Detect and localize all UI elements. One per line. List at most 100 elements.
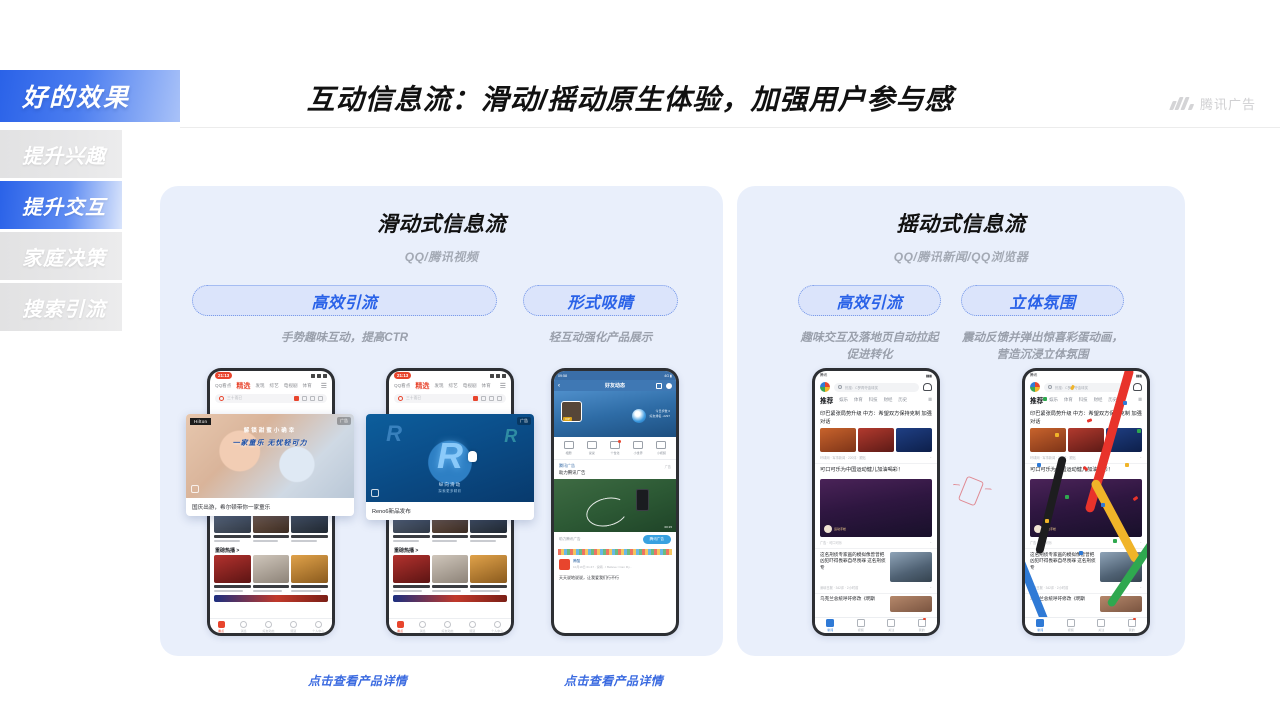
news-tab-2[interactable]: 体育 [854,397,863,403]
feed-card[interactable] [291,554,328,592]
news-item-3[interactable]: 这名刑侦专家画的模拟像曾曾把凶犯吓得畏罪自尽畏罪 这名刑侦专 [1025,549,1147,582]
ad-cta-button[interactable]: 腾讯广告 [642,535,671,544]
headphone-icon[interactable] [1133,383,1142,391]
tab-item-2[interactable]: 关注 [1097,618,1106,632]
menu-icon[interactable]: ☰ [500,382,506,390]
news-video[interactable]: 运动手帐 [820,478,932,537]
nav-item-1[interactable]: 精选 [415,381,429,391]
pill-badge[interactable]: 立体氛围 [961,285,1124,316]
more-icon[interactable]: ⌄ [1139,540,1142,545]
news-tab-4[interactable]: 财经 [884,397,893,403]
ad-video[interactable]: 00:15 [554,479,676,532]
nav-item-2[interactable]: 发现 [434,383,443,389]
tab-item-0[interactable]: 看点 [217,620,225,633]
sidebar-item-1[interactable]: 提升交互 [0,181,122,229]
news-tab-5[interactable]: 历史 [1108,397,1117,403]
news-headline-1[interactable]: 印巴紧张局势升级 中方：希望双方保持克制 加强对话 [815,408,937,428]
promo-banner[interactable] [393,594,507,602]
more-icon[interactable]: ⌄ [1139,455,1142,460]
tab-item-3[interactable]: 我的 [1127,617,1136,632]
product-detail-link-1[interactable]: 点击查看产品详情 [564,672,663,689]
quick-action-3[interactable]: 小世界 [633,441,644,455]
tabs-menu-icon[interactable]: ☰ [928,397,932,403]
nav-item-5[interactable]: 体育 [303,383,312,389]
pill-badge[interactable]: 高效引流 [798,285,941,316]
news-tab-5[interactable]: 历史 [898,397,907,403]
tab-item-3[interactable]: 频道 [289,620,297,633]
nav-item-3[interactable]: 综艺 [449,383,458,389]
news-item-4[interactable]: 乌克兰总统呼吁修改《明斯 [1025,594,1147,612]
pill-badge[interactable]: 形式吸睛 [523,285,678,316]
nav-item-3[interactable]: 综艺 [270,383,279,389]
nav-item-4[interactable]: 电视剧 [463,383,477,389]
news-tab-3[interactable]: 科技 [869,397,878,403]
news-item-4[interactable]: 乌克兰总统呼吁修改《明斯 [815,594,937,612]
feed-card[interactable] [393,554,430,592]
more-icon[interactable]: ⌄ [929,455,932,460]
news-tab-3[interactable]: 科技 [1079,397,1088,403]
search-input[interactable]: 热搜：C罗再夺金球奖 [834,382,919,392]
search-bar[interactable]: 三十而已 [394,394,506,403]
promo-banner[interactable] [214,594,328,602]
comment-avatar[interactable] [559,559,570,570]
tab-item-0[interactable]: 新闻 [826,618,835,632]
mute-icon[interactable] [191,485,199,493]
more-icon[interactable]: ⌄ [929,585,932,590]
pill-badge[interactable]: 高效引流 [192,285,497,316]
tab-item-1[interactable]: 视频 [856,618,865,632]
news-tab-1[interactable]: 娱乐 [839,397,848,403]
feed-card[interactable] [214,554,251,592]
headphone-icon[interactable] [923,383,932,391]
sidebar-item-3[interactable]: 搜索引流 [0,283,122,331]
product-detail-link-0[interactable]: 点击查看产品详情 [308,672,407,689]
tab-item-2[interactable]: 好友动态 [441,620,453,633]
news-headline-2[interactable]: 可口可乐为中国运动健儿加油喝彩！ [815,464,937,477]
news-video[interactable]: 运动手帐 [1030,478,1142,537]
ad-card-hilton[interactable]: Hilton 广告 解锁甜蜜小确幸 一家童乐 无忧轻可力 国庆出游，希尔顿带你一… [186,414,354,516]
ad-card-reno6[interactable]: 广告 R R R 纵向滑动 探索更多精彩 Reno6新品发布 [366,414,534,520]
tab-item-2[interactable]: 关注 [887,618,896,632]
sidebar-item-0[interactable]: 提升兴趣 [0,130,122,178]
back-icon[interactable]: ‹ [558,383,560,389]
news-tab-0[interactable]: 推荐 [1030,395,1043,405]
news-tab-2[interactable]: 体育 [1064,397,1073,403]
tab-item-1[interactable]: 消息 [419,620,427,633]
quick-action-0[interactable]: 相册 [563,441,574,455]
more-icon[interactable]: ⌄ [929,540,932,545]
nav-item-2[interactable]: 发现 [255,383,264,389]
tab-item-1[interactable]: 消息 [240,620,248,633]
feed-card[interactable] [431,554,469,592]
quick-action-2[interactable]: 个性化 [609,440,621,455]
sidebar-item-2[interactable]: 家庭决策 [0,232,122,280]
tabs-menu-icon[interactable]: ☰ [1138,397,1142,403]
news-tab-4[interactable]: 财经 [1094,397,1103,403]
search-bar[interactable]: 三十而已 [215,394,327,403]
news-item-3[interactable]: 这名刑侦专家画的模拟像曾曾把凶犯吓得畏罪自尽畏罪 这名刑侦专 [815,549,937,582]
nav-item-1[interactable]: 精选 [236,381,250,391]
tab-item-2[interactable]: 好友动态 [262,620,274,633]
search-input[interactable]: 热搜：C罗再夺金球奖 [1044,382,1129,392]
menu-icon[interactable]: ☰ [321,382,327,390]
tab-item-4[interactable]: 个人中心 [312,620,324,633]
nav-item-4[interactable]: 电视剧 [284,383,298,389]
feed-card[interactable] [252,554,290,592]
more-icon[interactable]: ⌄ [1139,585,1142,590]
nav-item-0[interactable]: QQ看点 [394,383,410,389]
tab-item-1[interactable]: 视频 [1066,618,1075,632]
news-headline-2[interactable]: 可口可乐为中国运动健儿加油喝彩！ [1025,464,1147,477]
tab-item-4[interactable]: 个人中心 [491,620,503,633]
quick-action-4[interactable]: 小视频 [656,441,667,455]
news-tab-0[interactable]: 推荐 [820,395,833,405]
nav-item-0[interactable]: QQ看点 [215,383,231,389]
mute-icon[interactable] [371,489,379,497]
ad-account-name[interactable]: 腾讯广告 [559,463,575,469]
feed-card[interactable] [470,554,507,592]
quick-action-1[interactable]: 说说 [586,441,597,455]
news-tab-1[interactable]: 娱乐 [1049,397,1058,403]
tab-item-0[interactable]: 看点 [396,620,404,633]
nav-item-5[interactable]: 体育 [482,383,491,389]
news-headline-1[interactable]: 印巴紧张局势升级 中方：希望双方保持克制 加强对话 [1025,408,1147,428]
tab-item-3[interactable]: 我的 [917,617,926,632]
tab-item-3[interactable]: 频道 [468,620,476,633]
tab-item-0[interactable]: 新闻 [1036,618,1045,632]
